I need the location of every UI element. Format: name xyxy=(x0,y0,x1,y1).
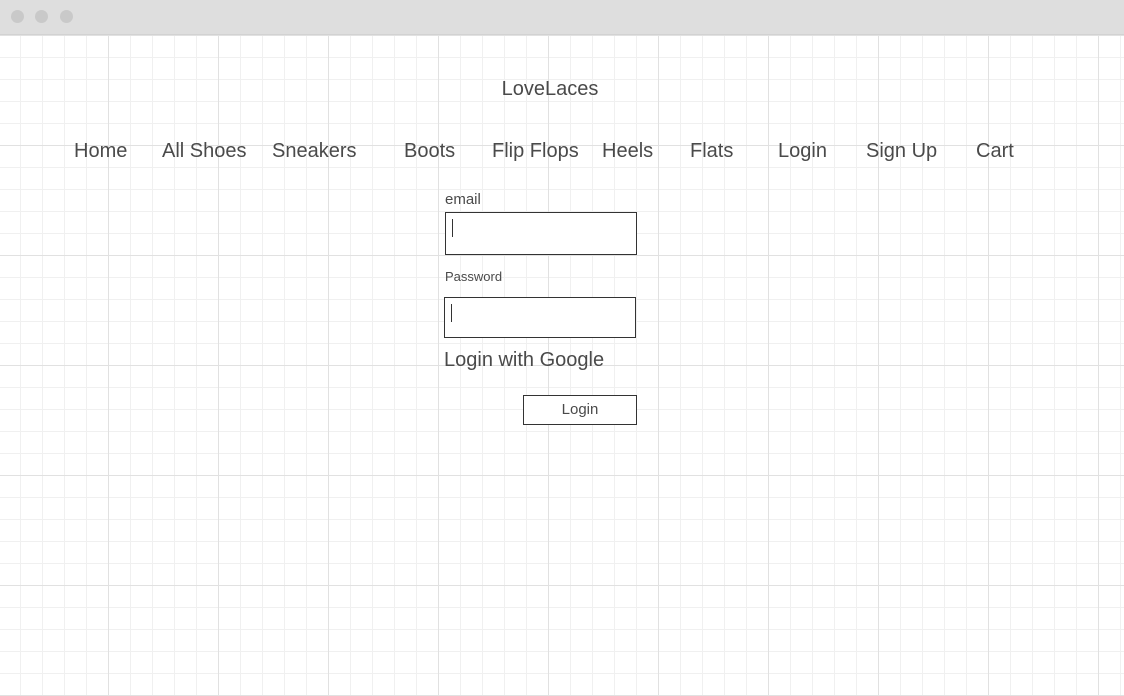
nav-home[interactable]: Home xyxy=(74,140,127,163)
nav-cart[interactable]: Cart xyxy=(976,140,1014,163)
text-caret xyxy=(452,219,453,237)
login-with-google-link[interactable]: Login with Google xyxy=(444,349,604,372)
window-titlebar xyxy=(0,0,1124,35)
nav-all-shoes[interactable]: All Shoes xyxy=(162,140,247,163)
nav-boots[interactable]: Boots xyxy=(404,140,455,163)
email-field[interactable] xyxy=(445,212,637,255)
nav-flats[interactable]: Flats xyxy=(690,140,733,163)
zoom-dot-icon[interactable] xyxy=(60,10,73,23)
site-logo[interactable]: LoveLaces xyxy=(0,78,1100,101)
nav-heels[interactable]: Heels xyxy=(602,140,653,163)
text-caret xyxy=(451,304,452,322)
browser-window: LoveLaces Home All Shoes Sneakers Boots … xyxy=(0,0,1124,696)
password-label: Password xyxy=(445,269,503,284)
password-field[interactable] xyxy=(444,297,636,338)
nav-login[interactable]: Login xyxy=(778,140,827,163)
minimize-dot-icon[interactable] xyxy=(35,10,48,23)
nav-sneakers[interactable]: Sneakers xyxy=(272,140,357,163)
email-label: email xyxy=(445,191,481,208)
login-button[interactable]: Login xyxy=(523,395,637,425)
nav-flip-flops[interactable]: Flip Flops xyxy=(492,140,579,163)
close-dot-icon[interactable] xyxy=(11,10,24,23)
nav-sign-up[interactable]: Sign Up xyxy=(866,140,937,163)
